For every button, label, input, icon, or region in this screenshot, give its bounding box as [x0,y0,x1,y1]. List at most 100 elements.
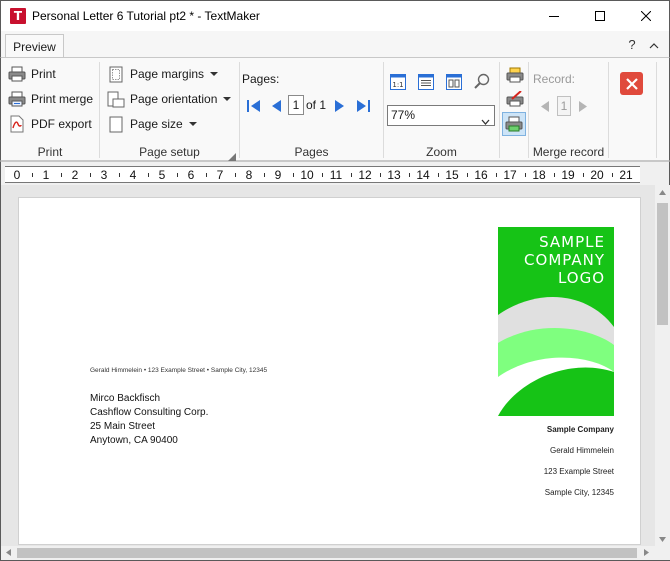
print-button[interactable]: Print [8,63,56,85]
previous-record-button[interactable] [541,101,549,115]
close-icon [641,11,651,21]
ribbon: Print Print merge PDF export Print Page … [0,57,670,161]
recipient-address: Mirco Backfisch Cashflow Consulting Corp… [90,392,208,448]
ruler-tick [118,173,120,177]
pages-title: Pages: [242,72,280,86]
page-setup-group-label: Page setup [139,145,200,159]
group-divider [608,62,609,158]
chevron-down-icon [223,97,232,101]
sender-city: Sample City, 12345 [544,488,614,497]
page-orientation-label: Page orientation [130,92,218,106]
ruler-number: 6 [187,168,195,182]
zoom-actual-size-button[interactable]: 1:1 [390,74,406,93]
zoom-level-select[interactable]: 77% [387,105,495,126]
page-margins-label: Page margins [130,67,205,81]
magnifier-icon [474,73,490,89]
dialog-launcher-icon [228,153,236,161]
ruler-tick [553,173,555,177]
pages-group-label: Pages [294,145,329,159]
ruler-tick [379,173,381,177]
document-page[interactable]: SAMPLE COMPANY LOGO Gerald Himmelein • 1… [18,197,641,545]
scroll-left-icon[interactable] [6,549,11,556]
pdf-export-button[interactable]: PDF export [8,113,92,135]
last-page-button[interactable] [357,100,370,115]
horizontal-scrollbar[interactable] [1,546,655,560]
zoom-group-label: Zoom [426,145,457,159]
zoom-magnifier-button[interactable] [474,73,490,92]
maximize-button[interactable] [577,1,623,31]
svg-text:1:1: 1:1 [392,81,403,89]
ruler-number: 9 [274,168,282,182]
pdf-export-label: PDF export [31,117,92,131]
minimize-button[interactable] [531,1,577,31]
ruler-number: 1 [42,168,50,182]
ruler-tick [408,173,410,177]
zoom-page-width-button[interactable] [418,74,434,93]
page-orientation-button[interactable]: Page orientation [107,88,232,110]
tab-preview[interactable]: Preview [5,34,64,59]
close-preview-button[interactable] [620,72,643,95]
page-setup-group: Page margins Page orientation Page size … [100,58,239,161]
collapse-ribbon-button[interactable] [649,38,659,52]
window-title: Personal Letter 6 Tutorial pt2 * - TextM… [32,9,260,23]
logo-line: COMPANY [524,251,605,269]
print-merge-icon [8,90,26,108]
horizontal-ruler: 0 1 2 3 4 5 6 7 8 9 10 11 12 13 14 15 16 17 18 19 20 21 [0,161,670,185]
scroll-right-icon[interactable] [644,549,649,556]
ruler-tick [524,173,526,177]
help-button[interactable]: ? [625,37,639,52]
record-label: Record: [533,72,576,86]
ruler-tick [147,173,149,177]
scroll-down-icon[interactable] [659,537,666,542]
ruler-number: 18 [532,168,546,182]
ruler-tick [292,173,294,177]
ruler-tick [205,173,207,177]
full-page-icon [446,74,462,90]
chevron-up-icon [649,43,659,49]
ruler-tick [495,173,497,177]
vertical-scrollbar[interactable] [655,185,670,547]
print-merge-label: Print merge [31,92,94,106]
current-page-input[interactable]: 1 [288,95,304,115]
sender-company-name: Sample Company [546,425,614,434]
ruler-tick [234,173,236,177]
ruler-tick [263,173,265,177]
ruler-tick [321,173,323,177]
recipient-name: Mirco Backfisch [90,393,161,404]
print-merge-button[interactable]: Print merge [8,88,93,110]
next-record-button[interactable] [579,101,587,115]
ruler-tick [60,173,62,177]
textmaker-app-icon[interactable]: T [10,8,26,24]
pdf-icon [8,115,26,133]
zoom-full-page-button[interactable] [446,74,462,93]
page-size-button[interactable]: Page size [107,113,197,135]
recipient-street: 25 Main Street [90,421,156,432]
record-number-input[interactable]: 1 [557,96,571,116]
ruler-number: 21 [619,168,633,182]
logo-line: SAMPLE [539,233,605,251]
ruler-scale[interactable]: 0 1 2 3 4 5 6 7 8 9 10 11 12 13 14 15 16 17 18 19 20 21 [5,166,640,183]
close-window-button[interactable] [623,1,669,31]
ruler-number: 17 [503,168,517,182]
scrollbar-corner [655,546,670,560]
recipient-company: Cashflow Consulting Corp. [90,407,209,418]
previous-page-icon [272,100,281,112]
next-record-icon [579,101,587,112]
page-orientation-icon [107,90,125,108]
scroll-up-icon[interactable] [659,190,666,195]
next-page-button[interactable] [335,100,344,115]
ruler-tick [89,173,91,177]
first-page-button[interactable] [247,100,260,115]
ruler-number: 16 [474,168,488,182]
ruler-number: 14 [416,168,430,182]
vertical-scroll-thumb[interactable] [657,203,668,325]
horizontal-scroll-thumb[interactable] [17,548,637,558]
last-page-icon [357,100,370,112]
sender-name: Gerald Himmelein [549,446,614,455]
sender-address-line: Gerald Himmelein • 123 Example Street • … [90,367,268,374]
previous-page-button[interactable] [272,100,281,115]
logo-line: LOGO [557,269,605,287]
ruler-number: 0 [13,168,21,182]
merge-record-group-label: Merge record [532,145,605,159]
page-margins-button[interactable]: Page margins [107,63,219,85]
